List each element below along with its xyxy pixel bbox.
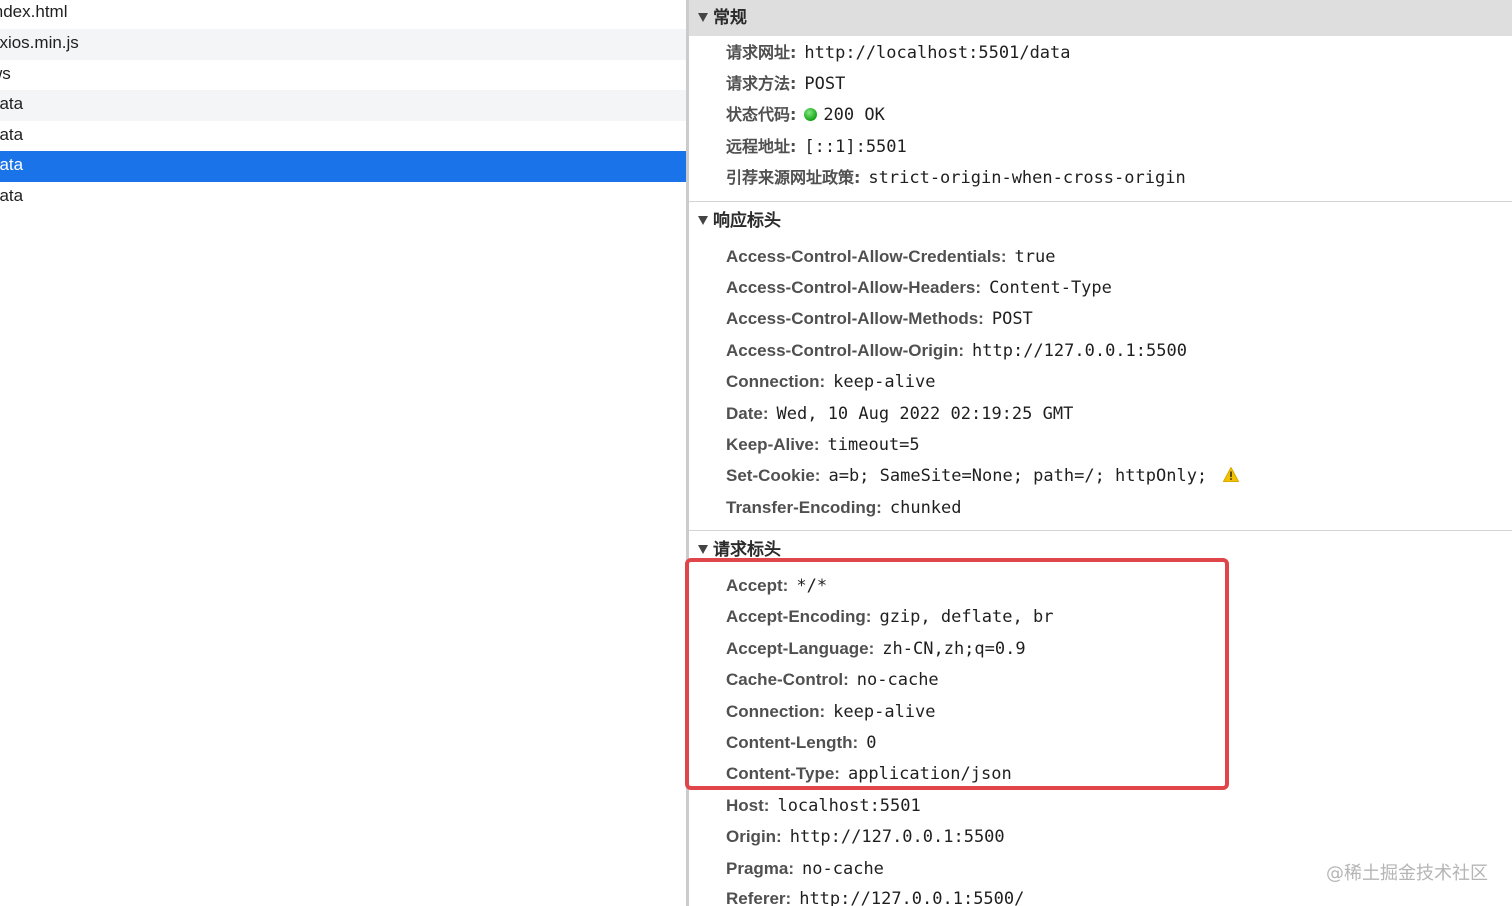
header-row: Accept-Language: zh-CN,zh;q=0.9	[726, 639, 1026, 659]
status-ok-icon	[804, 108, 818, 121]
header-row: 引荐来源网址政策: strict-origin-when-cross-origin	[726, 168, 1186, 188]
request-row[interactable]: axios.min.js	[0, 29, 686, 60]
caret-down-icon	[698, 13, 708, 22]
header-row: Access-Control-Allow-Credentials: true	[726, 247, 1056, 267]
header-row: 请求方法: POST	[726, 74, 846, 94]
section-divider	[689, 201, 1512, 202]
section-header-general[interactable]: 常规	[689, 0, 1512, 36]
caret-down-icon	[698, 216, 708, 225]
header-row: Date: Wed, 10 Aug 2022 02:19:25 GMT	[726, 404, 1074, 424]
request-row[interactable]: ws	[0, 60, 686, 91]
header-row: Referer: http://127.0.0.1:5500/	[726, 889, 1025, 906]
header-row: 请求网址: http://localhost:5501/data	[726, 43, 1071, 63]
watermark: @稀土掘金技术社区	[1326, 863, 1488, 884]
header-row: Pragma: no-cache	[726, 859, 884, 879]
header-row: Connection: keep-alive	[726, 372, 936, 392]
section-header-response-headers[interactable]: 响应标头	[689, 203, 1512, 239]
header-row: 远程地址: [::1]:5501	[726, 137, 907, 157]
request-row[interactable]: data	[0, 182, 686, 213]
header-row: Content-Length: 0	[726, 733, 877, 753]
header-row: Accept-Encoding: gzip, deflate, br	[726, 607, 1054, 627]
header-row: Set-Cookie: a=b; SameSite=None; path=/; h…	[726, 462, 1240, 490]
header-row: Cache-Control: no-cache	[726, 670, 939, 690]
request-row[interactable]: data	[0, 121, 686, 152]
section-header-request-headers[interactable]: 请求标头	[689, 532, 1512, 568]
request-row[interactable]: index.html	[0, 0, 686, 29]
header-row: Content-Type: application/json	[726, 764, 1012, 784]
header-row: Accept: */*	[726, 576, 828, 596]
header-row: Access-Control-Allow-Headers: Content-Typ…	[726, 278, 1112, 298]
request-list: index.html axios.min.js ws data data dat…	[0, 0, 686, 906]
header-row: Origin: http://127.0.0.1:5500	[726, 827, 1005, 847]
header-row: Access-Control-Allow-Methods: POST	[726, 309, 1033, 329]
header-row: 状态代码: 200 OK	[726, 105, 885, 125]
header-row: Transfer-Encoding: chunked	[726, 498, 962, 518]
header-row: Connection: keep-alive	[726, 702, 936, 722]
header-row: Host: localhost:5501	[726, 796, 921, 816]
header-row: Access-Control-Allow-Origin: http://127.0…	[726, 341, 1187, 361]
devtools-network-panel: index.html axios.min.js ws data data dat…	[0, 0, 1512, 906]
warning-icon[interactable]	[1223, 467, 1240, 482]
header-row: Keep-Alive: timeout=5	[726, 435, 920, 455]
request-row-selected[interactable]: data	[0, 151, 686, 182]
headers-detail-panel: 常规 请求网址: http://localhost:5501/data 请求方法:…	[689, 0, 1512, 906]
caret-down-icon	[698, 545, 708, 554]
request-row[interactable]: data	[0, 90, 686, 121]
section-divider	[689, 530, 1512, 531]
